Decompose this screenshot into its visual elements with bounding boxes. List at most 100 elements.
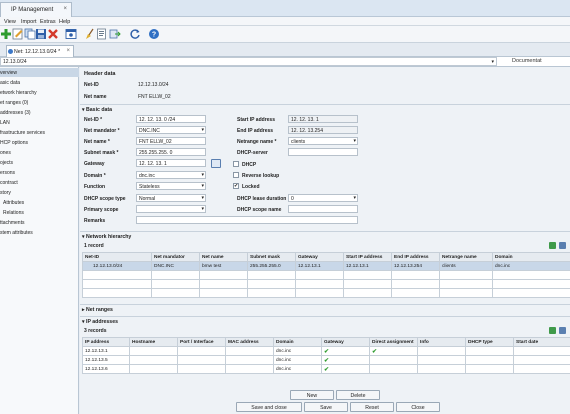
table-settings-icon[interactable]: [559, 242, 566, 249]
column-header[interactable]: Gateway: [295, 252, 344, 262]
column-header[interactable]: Subnet mask: [247, 252, 296, 262]
reverse-lookup-checkbox[interactable]: [233, 172, 239, 178]
sidebar-item-overview[interactable]: verview: [0, 68, 79, 77]
sidebar-item-ip-addresses[interactable]: addresses (3): [0, 108, 79, 117]
excel-export-icon[interactable]: [549, 242, 556, 249]
chevron-down-icon[interactable]: ▾: [201, 127, 204, 133]
column-header[interactable]: Net name: [199, 252, 248, 262]
dhcp-checkbox[interactable]: [233, 161, 239, 167]
table-row[interactable]: 12.12.13.1 dnc.inc ✔ ✔: [82, 346, 570, 356]
column-header[interactable]: Gateway: [321, 337, 370, 347]
sidebar-item-vlan[interactable]: LAN: [0, 118, 79, 127]
save-button[interactable]: Save: [304, 402, 348, 412]
remarks-input[interactable]: [136, 216, 358, 224]
column-header[interactable]: Hostname: [129, 337, 178, 347]
sidebar-item-contract[interactable]: contract: [0, 178, 79, 187]
net-mandator-select[interactable]: DNC.INC ▾: [136, 126, 206, 134]
sidebar-item-projects[interactable]: ojects: [0, 158, 79, 167]
edit-icon[interactable]: [12, 28, 24, 40]
sidebar-item-attachments[interactable]: ttachments: [0, 218, 79, 227]
dhcp-lease-select[interactable]: 0 ▾: [288, 194, 358, 202]
end-ip-input[interactable]: 12. 12. 13.254: [288, 126, 358, 134]
table-row[interactable]: 12.12.13.6 dnc.inc ✔: [82, 364, 570, 374]
refresh-icon[interactable]: [129, 28, 141, 40]
column-header[interactable]: Net mandator: [151, 252, 200, 262]
primary-scope-select[interactable]: ▾: [136, 205, 206, 213]
table-row[interactable]: 12.12.13.5 dnc.inc ✔: [82, 355, 570, 365]
dhcp-scope-name-input[interactable]: [288, 205, 358, 213]
sidebar-item-net-ranges[interactable]: et ranges (0): [0, 98, 79, 107]
net-name-input[interactable]: FNT ELLW_02: [136, 137, 206, 145]
chevron-down-icon[interactable]: ▾: [201, 183, 204, 189]
dhcp-scope-type-select[interactable]: Normal ▾: [136, 194, 206, 202]
column-header[interactable]: DHCP type: [465, 337, 514, 347]
sidebar-item-zones[interactable]: ones: [0, 148, 79, 157]
dhcp-server-input[interactable]: [288, 148, 358, 156]
chevron-down-icon[interactable]: ▾: [491, 59, 494, 65]
export-icon[interactable]: [109, 28, 121, 40]
add-icon[interactable]: [0, 28, 12, 40]
broom-icon[interactable]: [84, 28, 96, 40]
chevron-down-icon[interactable]: ▾: [201, 206, 204, 212]
domain-select[interactable]: dnc.inc ▾: [136, 171, 206, 179]
menu-extras[interactable]: Extras: [40, 19, 56, 25]
menu-import[interactable]: Import: [21, 19, 37, 25]
start-ip-input[interactable]: 12. 12. 13. 1: [288, 115, 358, 123]
network-hierarchy-section[interactable]: ▾ Network hierarchy: [80, 231, 570, 240]
column-header[interactable]: IP address: [82, 337, 130, 347]
sidebar-item-infrastructure-services[interactable]: frastructure services: [0, 128, 79, 137]
net-ranges-section[interactable]: ▸ Net ranges: [80, 304, 570, 313]
reset-button[interactable]: Reset: [350, 402, 394, 412]
sidebar-item-network-hierarchy[interactable]: etwork hierarchy: [0, 88, 79, 97]
sidebar-item-attributes[interactable]: Attributes: [0, 198, 79, 207]
report-icon[interactable]: [96, 28, 108, 40]
ip-addresses-section[interactable]: ▾ IP addresses: [80, 316, 570, 325]
sidebar-item-system-attributes[interactable]: stem attributes: [0, 228, 79, 237]
documentation-link[interactable]: Documentat: [512, 58, 542, 64]
net-id-input[interactable]: 12. 12. 13. 0 /24: [136, 115, 206, 123]
delete-button[interactable]: Delete: [336, 390, 380, 400]
sidebar-item-relations[interactable]: Relations: [0, 208, 79, 217]
column-header[interactable]: Direct assignment: [369, 337, 418, 347]
menu-help[interactable]: Help: [59, 19, 70, 25]
chevron-down-icon[interactable]: ▾: [201, 195, 204, 201]
column-header[interactable]: Start IP address: [343, 252, 392, 262]
help-icon[interactable]: ?: [148, 28, 160, 40]
locked-checkbox[interactable]: ✔: [233, 183, 239, 189]
sidebar-item-basic-data[interactable]: asic data: [0, 78, 79, 87]
basic-data-section[interactable]: ▾ Basic data: [80, 104, 570, 113]
window-icon[interactable]: [65, 28, 77, 40]
object-selector[interactable]: 12.13.0/24 ▾: [0, 57, 497, 66]
table-row[interactable]: 12.12.13.0/24 DNC.INC bmw test 255.255.2…: [82, 261, 570, 271]
column-header[interactable]: Net-ID: [82, 252, 152, 262]
gateway-input[interactable]: 12. 12. 13. 1: [136, 159, 206, 167]
sidebar-item-dhcp-options[interactable]: HCP options: [0, 138, 79, 147]
chevron-down-icon[interactable]: ▾: [353, 195, 356, 201]
table-settings-icon[interactable]: [559, 327, 566, 334]
column-header[interactable]: Domain: [492, 252, 570, 262]
window-tab[interactable]: IP Management ×: [0, 2, 72, 17]
function-select[interactable]: Stateless ▾: [136, 182, 206, 190]
column-header[interactable]: MAC address: [225, 337, 274, 347]
column-header[interactable]: Netrange name: [439, 252, 493, 262]
tab-net[interactable]: Net: 12.12.13.0/24 * ×: [6, 45, 74, 57]
subnet-mask-input[interactable]: 255.255.255. 0: [136, 148, 206, 156]
netrange-select[interactable]: clients ▾: [288, 137, 358, 145]
menu-view[interactable]: View: [4, 19, 16, 25]
chevron-down-icon[interactable]: ▾: [353, 138, 356, 144]
column-header[interactable]: Domain: [273, 337, 322, 347]
close-button[interactable]: Close: [396, 402, 440, 412]
column-header[interactable]: Info: [417, 337, 466, 347]
excel-export-icon[interactable]: [549, 327, 556, 334]
close-tab-icon[interactable]: ×: [66, 48, 70, 54]
chevron-down-icon[interactable]: ▾: [201, 172, 204, 178]
ip-picker-icon[interactable]: [211, 159, 221, 168]
column-header[interactable]: Start date: [513, 337, 570, 347]
column-header[interactable]: End IP address: [391, 252, 440, 262]
column-header[interactable]: Port / Interface: [177, 337, 226, 347]
save-and-close-button[interactable]: Save and close: [236, 402, 302, 412]
save-icon[interactable]: [35, 28, 47, 40]
delete-icon[interactable]: [47, 28, 59, 40]
close-window-icon[interactable]: ×: [63, 6, 67, 12]
sidebar-item-history[interactable]: story: [0, 188, 79, 197]
